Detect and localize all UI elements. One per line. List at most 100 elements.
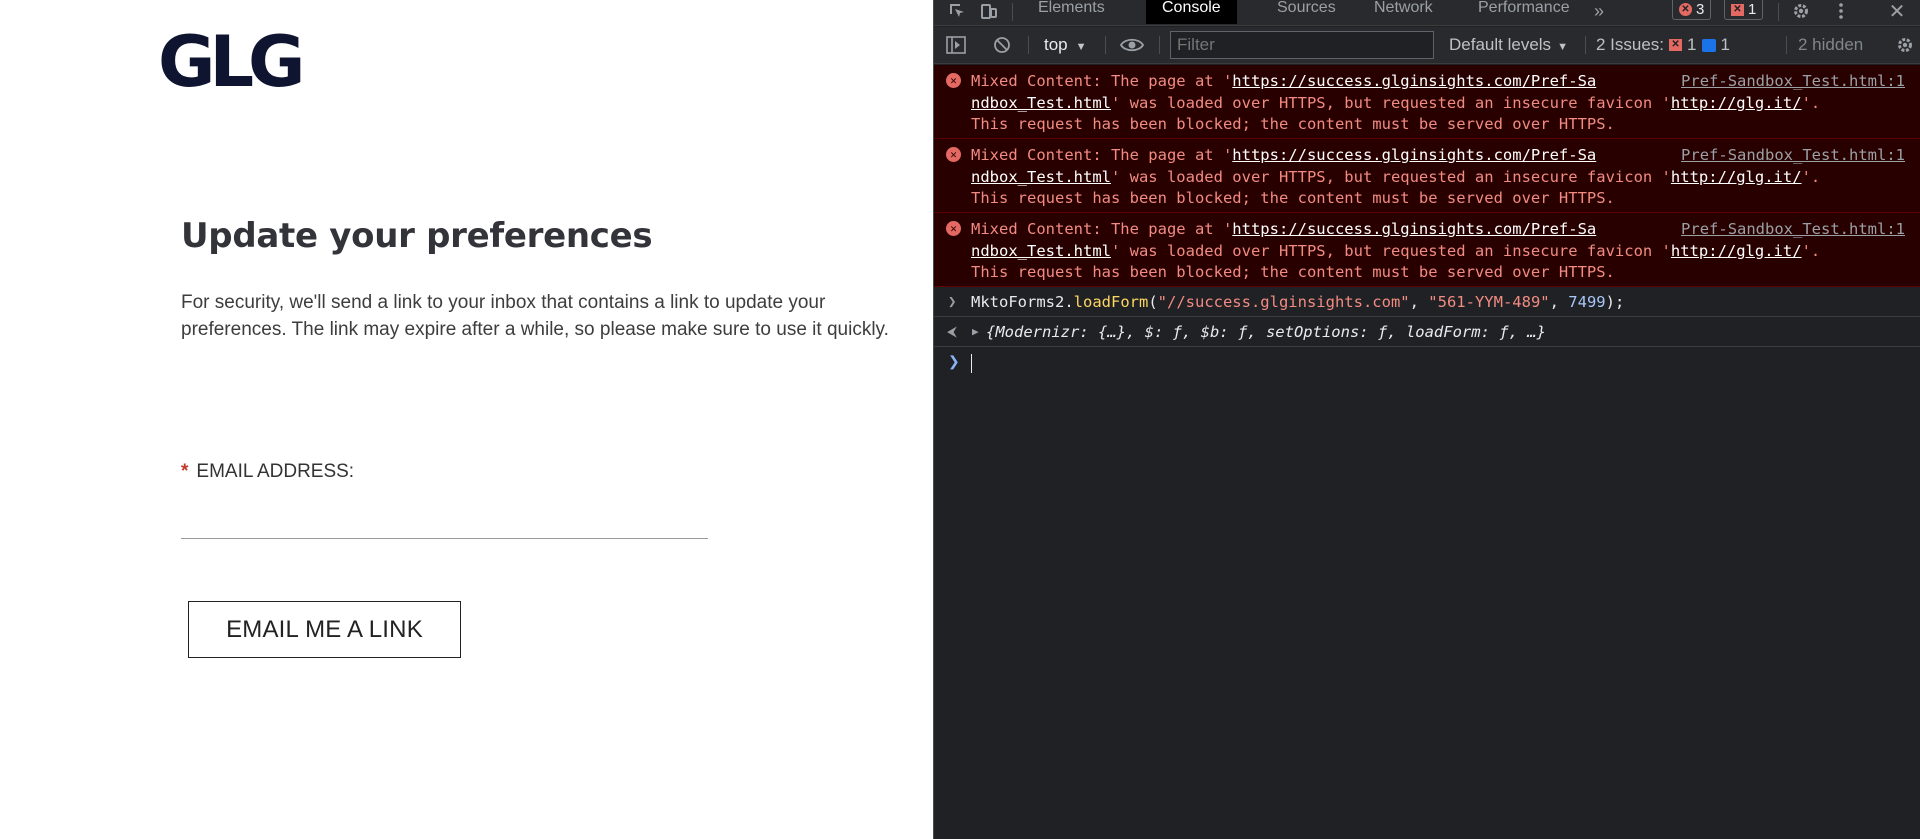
issue-error-count: 1 [1687, 35, 1697, 54]
error-icon: ✕ [1679, 3, 1692, 16]
error-count: 3 [1696, 1, 1705, 18]
toolbar-separator [1028, 36, 1029, 54]
message-source-link[interactable]: Pref-Sandbox_Test.html:1 [1681, 71, 1905, 93]
prompt-chevron-icon: ❯ [948, 353, 960, 369]
page-url-link[interactable]: https://success.glginsights.com/Pref-Sa [1232, 146, 1596, 164]
message-text: '. [1801, 241, 1821, 260]
email-input[interactable] [181, 505, 708, 539]
issue-error-icon: ✕ [1669, 39, 1683, 51]
console-error-message: ✕ Pref-Sandbox_Test.html:1 Mixed Content… [934, 213, 1920, 287]
live-expression-eye-icon[interactable] [1119, 37, 1145, 58]
tab-performance[interactable]: Performance [1462, 0, 1586, 24]
web-page: GLG Update your preferences For security… [0, 0, 933, 839]
toolbar-separator [1786, 36, 1787, 54]
devtools-tabbar: Elements Console Sources Network Perform… [934, 0, 1920, 26]
tab-sources[interactable]: Sources [1261, 0, 1352, 24]
tab-console[interactable]: Console [1146, 0, 1237, 24]
email-field-label: * EMAIL ADDRESS: [181, 461, 354, 483]
page-url-link-cont[interactable]: ndbox_Test.html [971, 242, 1111, 260]
code-string: "561-YYM-489" [1428, 293, 1550, 311]
log-levels-label: Default levels [1449, 35, 1552, 54]
issues-label: 2 Issues: [1596, 35, 1665, 54]
message-text: This request has been blocked; the conte… [971, 189, 1615, 207]
message-source-link[interactable]: Pref-Sandbox_Test.html:1 [1681, 219, 1905, 241]
favicon-url-link[interactable]: http://glg.it/ [1671, 168, 1802, 186]
page-url-link-cont[interactable]: ndbox_Test.html [971, 94, 1111, 112]
message-text: Mixed Content: The page at ' [971, 220, 1233, 238]
message-text: This request has been blocked; the conte… [971, 263, 1615, 281]
code-object: MktoForms2. [971, 293, 1074, 311]
console-input-entry: ❯ MktoForms2.loadForm("//success.glginsi… [934, 287, 1920, 317]
settings-gear-icon[interactable] [1790, 0, 1812, 22]
page-title: Update your preferences [181, 216, 653, 256]
issue-icon: ✕ [1731, 3, 1744, 16]
toolbar-separator [1585, 36, 1586, 54]
console-prompt[interactable]: ❯ [934, 347, 1920, 377]
page-url-link[interactable]: https://success.glginsights.com/Pref-Sa [1232, 72, 1596, 90]
output-return-icon: ⮜ [947, 324, 957, 340]
error-icon: ✕ [946, 73, 961, 88]
kebab-menu-icon[interactable] [1834, 0, 1848, 22]
toolbar-separator [1105, 36, 1106, 54]
clear-console-icon[interactable] [993, 36, 1011, 59]
levels-dropdown-icon: ▼ [1557, 41, 1568, 53]
message-text: ' was loaded over HTTPS, but requested a… [1110, 93, 1671, 112]
code-string: "//success.glginsights.com" [1157, 293, 1410, 311]
code-function: loadForm [1073, 293, 1149, 311]
issue-count: 1 [1748, 1, 1757, 18]
issues-summary-button[interactable]: 2 Issues: ✕ 1 1 [1596, 35, 1730, 55]
tab-network[interactable]: Network [1358, 0, 1449, 24]
console-toolbar: top ▼ Default levels ▼ 2 Issues: ✕ 1 1 2 hi… [934, 27, 1920, 64]
message-text: Mixed Content: The page at ' [971, 72, 1233, 90]
page-url-link[interactable]: https://success.glginsights.com/Pref-Sa [1232, 220, 1596, 238]
output-object-preview: {Modernizr: {…}, $: ƒ, $b: ƒ, setOptions… [986, 323, 1546, 341]
page-description: For security, we'll send a link to your … [181, 292, 889, 340]
code-number: 7499 [1568, 293, 1606, 311]
show-sidebar-icon[interactable] [946, 36, 966, 59]
error-icon: ✕ [946, 147, 961, 162]
tabbar-separator [1012, 3, 1013, 21]
message-text: This request has been blocked; the conte… [971, 115, 1615, 133]
message-text: ' was loaded over HTTPS, but requested a… [1110, 167, 1671, 186]
expand-triangle-icon[interactable]: ▶ [972, 317, 979, 347]
issue-info-count: 1 [1720, 35, 1730, 54]
context-label: top [1044, 35, 1068, 54]
message-text: '. [1801, 93, 1821, 112]
message-text: ' was loaded over HTTPS, but requested a… [1110, 241, 1671, 260]
console-messages: ✕ Pref-Sandbox_Test.html:1 Mixed Content… [934, 65, 1920, 377]
required-marker: * [181, 461, 189, 482]
code-punct: , [1409, 293, 1429, 311]
message-source-link[interactable]: Pref-Sandbox_Test.html:1 [1681, 145, 1905, 167]
message-text: '. [1801, 167, 1821, 186]
toolbar-separator [1159, 36, 1160, 54]
text-caret [971, 354, 972, 373]
context-dropdown-icon: ▼ [1075, 41, 1087, 53]
device-toolbar-icon[interactable] [978, 0, 1000, 22]
context-selector[interactable]: top ▼ [1044, 35, 1087, 55]
close-devtools-icon[interactable]: ✕ [1886, 0, 1908, 23]
code-punct: ( [1148, 293, 1158, 311]
log-levels-dropdown[interactable]: Default levels ▼ [1449, 35, 1568, 55]
console-output-entry[interactable]: ⮜ ▶ {Modernizr: {…}, $: ƒ, $b: ƒ, setOpt… [934, 317, 1920, 347]
error-count-badge[interactable]: ✕ 3 [1672, 0, 1712, 20]
issue-info-icon [1701, 38, 1716, 52]
tabbar-separator [1778, 3, 1779, 21]
glg-logo[interactable]: GLG [158, 24, 306, 100]
console-error-message: ✕ Pref-Sandbox_Test.html:1 Mixed Content… [934, 139, 1920, 213]
code-punct: , [1549, 293, 1569, 311]
tab-elements[interactable]: Elements [1022, 0, 1121, 24]
console-filter-input[interactable] [1170, 31, 1434, 59]
console-error-message: ✕ Pref-Sandbox_Test.html:1 Mixed Content… [934, 65, 1920, 139]
inspect-element-icon[interactable] [946, 0, 968, 22]
issues-count-badge[interactable]: ✕ 1 [1724, 0, 1764, 20]
console-settings-gear-icon[interactable] [1896, 36, 1914, 59]
error-icon: ✕ [946, 221, 961, 236]
hidden-messages-count: 2 hidden [1798, 35, 1864, 54]
favicon-url-link[interactable]: http://glg.it/ [1671, 94, 1802, 112]
page-url-link-cont[interactable]: ndbox_Test.html [971, 168, 1111, 186]
more-tabs-icon[interactable]: » [1589, 0, 1609, 22]
message-text: Mixed Content: The page at ' [971, 146, 1233, 164]
input-chevron-icon: ❯ [948, 294, 957, 310]
favicon-url-link[interactable]: http://glg.it/ [1671, 242, 1802, 260]
email-me-a-link-button[interactable]: EMAIL ME A LINK [188, 601, 461, 658]
